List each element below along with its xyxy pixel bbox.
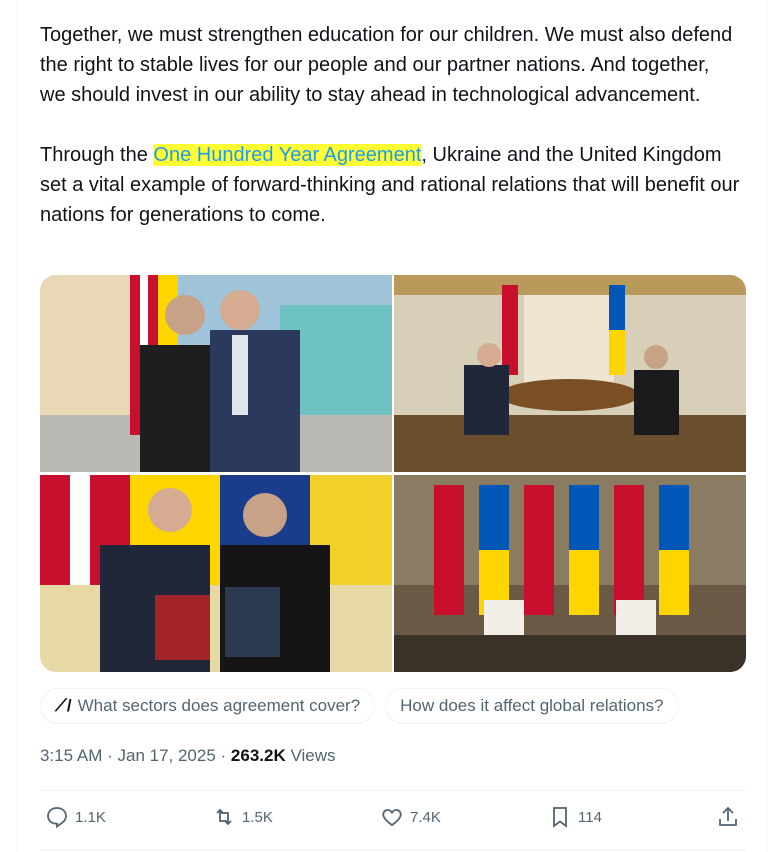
repost-button[interactable]: 1.5K [212, 805, 273, 829]
tweet-text-pre: Through the [40, 144, 154, 166]
bookmark-button[interactable]: 114 [548, 805, 602, 829]
grok-suggestion-sectors[interactable]: ⟋/ What sectors does agreement cover? [40, 688, 376, 724]
meta-separator: · [102, 746, 118, 765]
tweet-paragraph-2: Through the One Hundred Year Agreement, … [40, 140, 740, 230]
media-grid [40, 275, 746, 672]
agreement-link[interactable]: One Hundred Year Agreement [153, 144, 422, 166]
share-icon [719, 806, 737, 826]
share-button[interactable] [716, 805, 746, 829]
like-count: 7.4K [410, 808, 441, 826]
tweet-paragraph-1: Together, we must strengthen education f… [40, 24, 733, 106]
divider-bottom [40, 850, 746, 851]
grok-icon: ⟋/ [55, 696, 72, 715]
repost-icon [216, 808, 232, 826]
like-button[interactable]: 7.4K [380, 805, 441, 829]
divider-top [40, 790, 746, 791]
tweet-date[interactable]: Jan 17, 2025 [117, 746, 215, 765]
reply-count: 1.1K [75, 808, 106, 826]
photo-handshake[interactable] [40, 275, 392, 472]
views-label: Views [285, 746, 336, 765]
photo-press-conference[interactable] [394, 475, 746, 672]
grok-suggestion-relations[interactable]: How does it affect global relations? [385, 688, 679, 724]
heart-icon [382, 809, 402, 827]
reply-icon [47, 807, 67, 829]
bookmark-icon [553, 807, 567, 828]
grok-suggestions: ⟋/ What sectors does agreement cover? Ho… [40, 688, 679, 724]
tweet-meta: 3:15 AM · Jan 17, 2025 · 263.2K Views [40, 746, 336, 766]
tweet-time[interactable]: 3:15 AM [40, 746, 102, 765]
grok-suggestion-label: What sectors does agreement cover? [77, 696, 361, 715]
views-count: 263.2K [230, 746, 286, 765]
repost-count: 1.5K [242, 808, 273, 826]
grok-suggestion-label: How does it affect global relations? [400, 696, 664, 715]
photo-meeting-table[interactable] [394, 275, 746, 472]
meta-separator: · [215, 746, 231, 765]
photo-signing-folders[interactable] [40, 475, 392, 672]
tweet-text: Together, we must strengthen education f… [40, 20, 740, 230]
action-bar: 1.1K 1.5K 7.4K 114 [40, 805, 746, 839]
reply-button[interactable]: 1.1K [45, 805, 106, 829]
bookmark-count: 114 [578, 808, 602, 826]
